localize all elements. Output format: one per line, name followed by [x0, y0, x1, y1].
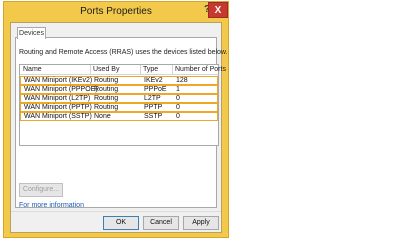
column-header-used-by[interactable]: Used By: [93, 66, 119, 73]
cell-name: WAN Miniport (L2TP): [24, 95, 91, 102]
close-icon[interactable]: X: [208, 2, 228, 18]
cell-used-by: Routing: [94, 95, 119, 102]
table-row[interactable]: WAN Miniport (L2TP) Routing L2TP 0: [20, 94, 218, 103]
devices-list[interactable]: Name Used By Type Number of Ports WAN Mi…: [19, 64, 226, 146]
cell-type: PPTP: [144, 104, 163, 111]
window-title: Ports Properties: [80, 6, 152, 17]
dialog-client-area: Devices Routing and Remote Access (RRAS)…: [10, 22, 228, 233]
cell-used-by: Routing: [94, 104, 119, 111]
column-header-type[interactable]: Type: [143, 66, 158, 73]
cell-type: PPPoE: [144, 86, 167, 93]
table-row[interactable]: WAN Miniport (SSTP) None SSTP 0: [20, 112, 218, 121]
title-bar[interactable]: Ports Properties ? X: [4, 2, 228, 22]
cell-number-of-ports: 0: [176, 113, 180, 120]
table-row[interactable]: WAN Miniport (PPPOE) Routing PPPoE 1: [20, 85, 218, 94]
cell-number-of-ports: 128: [176, 77, 188, 84]
ok-button[interactable]: OK: [103, 216, 139, 230]
column-header-number-of-ports[interactable]: Number of Ports: [175, 66, 226, 73]
cell-used-by: Routing: [94, 86, 119, 93]
divider: [11, 211, 221, 212]
apply-button[interactable]: Apply: [183, 216, 219, 230]
cell-name: WAN Miniport (SSTP): [24, 113, 92, 120]
cell-name: WAN Miniport (IKEv2): [24, 77, 93, 84]
cell-number-of-ports: 1: [176, 86, 180, 93]
cancel-button[interactable]: Cancel: [143, 216, 179, 230]
cell-type: L2TP: [144, 95, 161, 102]
column-header-name[interactable]: Name: [23, 66, 42, 73]
tab-devices[interactable]: Devices: [17, 27, 46, 39]
cell-number-of-ports: 0: [176, 95, 180, 102]
table-row[interactable]: WAN Miniport (PPTP) Routing PPTP 0: [20, 103, 218, 112]
more-information-link[interactable]: For more information: [19, 202, 84, 209]
cell-number-of-ports: 0: [176, 104, 180, 111]
cell-name: WAN Miniport (PPTP): [24, 104, 92, 111]
column-divider: [90, 65, 91, 74]
cell-type: SSTP: [144, 113, 163, 120]
column-divider: [172, 65, 173, 74]
devices-description: Routing and Remote Access (RRAS) uses th…: [19, 49, 228, 56]
cell-type: IKEv2: [144, 77, 163, 84]
configure-button[interactable]: Configure...: [19, 183, 63, 197]
column-divider: [140, 65, 141, 74]
ports-properties-dialog: Ports Properties ? X Devices Routing and…: [3, 1, 229, 238]
cell-name: WAN Miniport (PPPOE): [24, 86, 98, 93]
table-row[interactable]: WAN Miniport (IKEv2) Routing IKEv2 128: [20, 76, 218, 85]
cell-used-by: None: [94, 113, 111, 120]
list-header: Name Used By Type Number of Ports: [20, 65, 226, 75]
cell-used-by: Routing: [94, 77, 119, 84]
